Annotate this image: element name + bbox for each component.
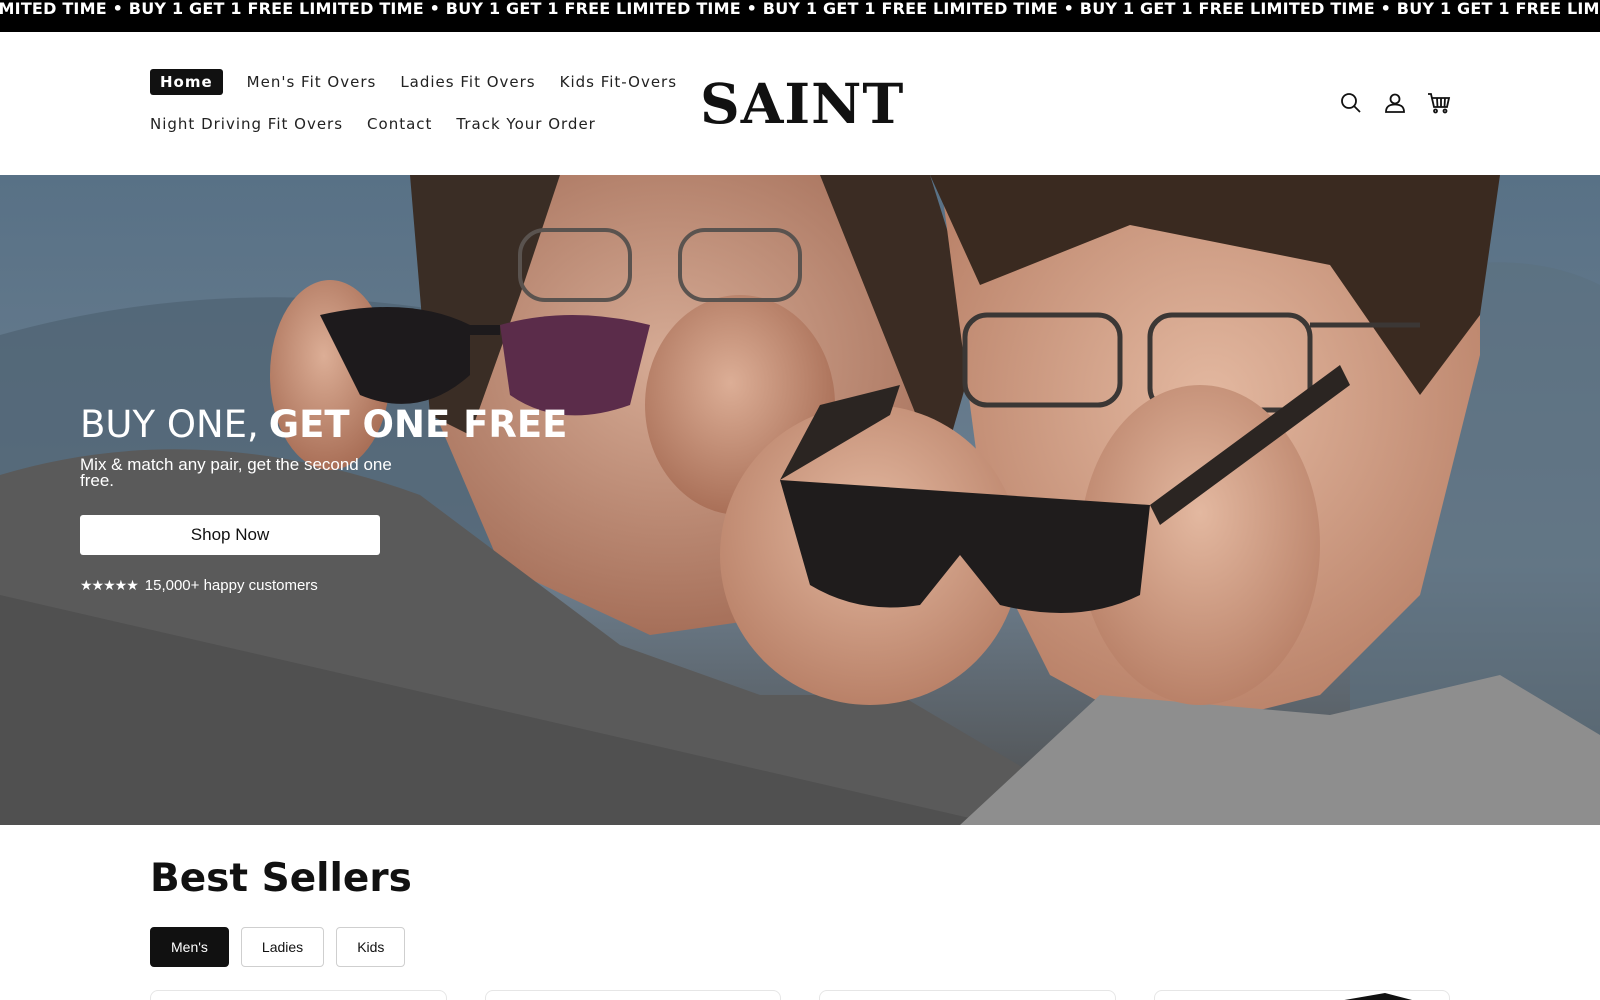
nav-link-ladies[interactable]: Ladies Fit Overs	[400, 73, 535, 91]
nav-row-2: Night Driving Fit Overs Contact Track Yo…	[150, 111, 670, 137]
header-icons	[1338, 90, 1452, 116]
product-badge-icon	[1343, 993, 1413, 1000]
announcement-item: LIMITED TIME • BUY 1 GET 1 FREE	[299, 0, 611, 18]
site-header: Home Men's Fit Overs Ladies Fit Overs Ki…	[0, 32, 1600, 175]
hero-title: BUY ONE, GET ONE FREE	[80, 403, 567, 447]
announcement-item: LIMITED TIME • BUY 1 GET 1 FREE	[0, 0, 294, 18]
best-sellers-title: Best Sellers	[150, 856, 412, 901]
category-filters: Men's Ladies Kids	[150, 927, 1450, 967]
search-icon[interactable]	[1338, 90, 1364, 116]
nav-link-mens[interactable]: Men's Fit Overs	[247, 73, 377, 91]
shop-now-button[interactable]: Shop Now	[80, 515, 380, 555]
announcement-item: LIMITED TIME • BUY 1 GET 1 FREE	[933, 0, 1245, 18]
product-card[interactable]	[150, 990, 447, 1000]
hero-copy: BUY ONE, GET ONE FREE Mix & match any pai…	[80, 403, 567, 594]
hero-title-bold: GET ONE FREE	[268, 403, 568, 446]
product-cards	[150, 990, 1450, 1000]
announcement-item: LIMITED TIME • BUY 1 GET 1 FREE	[1250, 0, 1562, 18]
announcement-item: LIMITED TIME • BUY 1 GET 1 FREE	[1567, 0, 1600, 18]
main-nav: Home Men's Fit Overs Ladies Fit Overs Ki…	[150, 69, 676, 137]
customer-rating: ★★★★★ 15,000+ happy customers	[80, 577, 520, 594]
nav-link-track-order[interactable]: Track Your Order	[456, 115, 595, 133]
hero-banner: BUY ONE, GET ONE FREE Mix & match any pai…	[0, 175, 1600, 825]
nav-link-contact[interactable]: Contact	[367, 115, 432, 133]
rating-text: 15,000+ happy customers	[144, 577, 318, 594]
best-sellers-section: Best Sellers Men's Ladies Kids	[150, 855, 1450, 967]
nav-link-night-driving[interactable]: Night Driving Fit Overs	[150, 115, 343, 133]
announcement-track: LIMITED TIME • BUY 1 GET 1 FREE LIMITED …	[0, 0, 1600, 32]
product-card[interactable]	[1153, 990, 1450, 1000]
announcement-item: LIMITED TIME • BUY 1 GET 1 FREE	[616, 0, 928, 18]
nav-row-1: Home Men's Fit Overs Ladies Fit Overs Ki…	[150, 69, 676, 95]
cart-icon[interactable]	[1426, 90, 1452, 116]
filter-kids[interactable]: Kids	[336, 927, 406, 967]
nav-link-kids[interactable]: Kids Fit-Overs	[560, 73, 677, 91]
brand-logo[interactable]: SAINT	[700, 76, 903, 132]
product-card[interactable]	[484, 990, 781, 1000]
product-card[interactable]	[819, 990, 1116, 1000]
announcement-bar: LIMITED TIME • BUY 1 GET 1 FREE LIMITED …	[0, 0, 1600, 32]
account-icon[interactable]	[1382, 90, 1408, 116]
filter-mens[interactable]: Men's	[150, 927, 229, 967]
star-rating-icon: ★★★★★	[80, 577, 139, 593]
nav-link-home[interactable]: Home	[150, 69, 223, 95]
hero-subtitle: Mix & match any pair, get the second one…	[80, 455, 392, 490]
hero-title-light: BUY ONE,	[80, 403, 259, 446]
filter-ladies[interactable]: Ladies	[240, 927, 325, 967]
